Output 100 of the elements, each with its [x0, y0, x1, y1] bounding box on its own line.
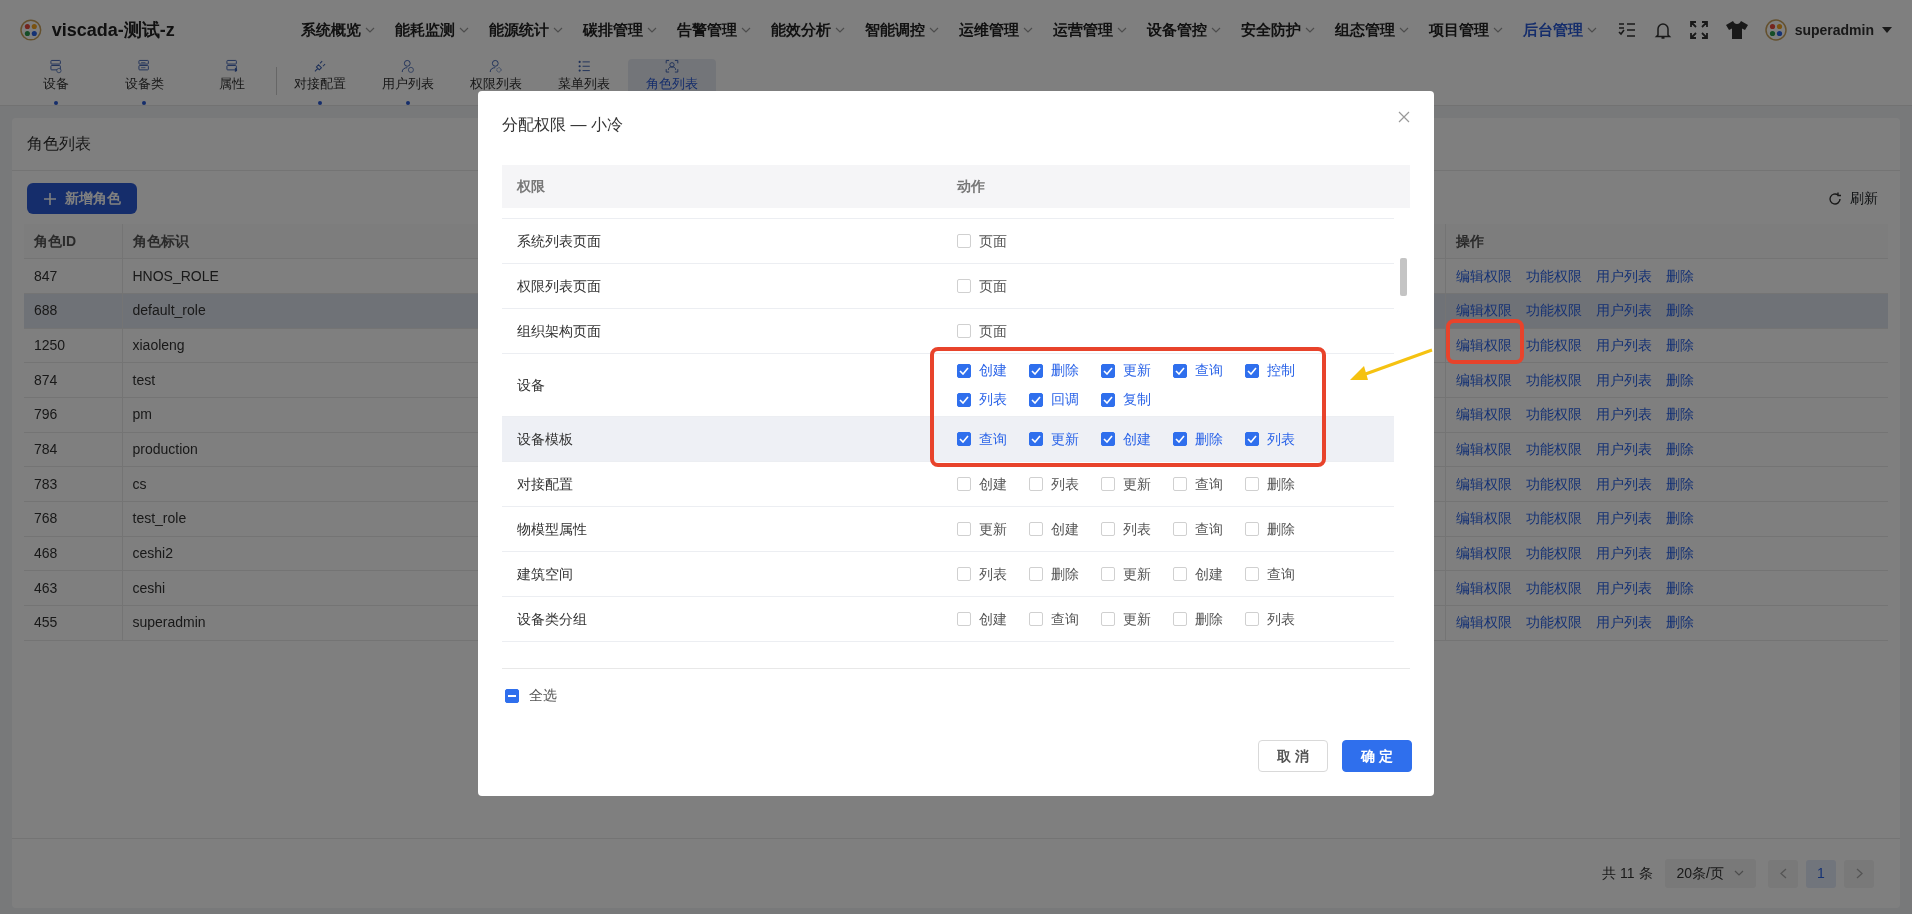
- caret-icon[interactable]: [1882, 27, 1892, 33]
- select-all-checkbox[interactable]: [505, 688, 519, 703]
- cancel-button[interactable]: 取 消: [1258, 740, 1328, 772]
- menu-item[interactable]: 运维管理: [958, 18, 1033, 42]
- action-link[interactable]: 功能权限: [1525, 545, 1582, 562]
- action-link[interactable]: 功能权限: [1525, 336, 1582, 353]
- refresh-button[interactable]: 刷新: [1828, 188, 1878, 209]
- menu-item[interactable]: 后台管理: [1522, 18, 1597, 42]
- action-link[interactable]: 功能权限: [1525, 371, 1582, 388]
- action-link[interactable]: 删除: [1665, 545, 1694, 562]
- action-link[interactable]: 功能权限: [1525, 302, 1582, 319]
- action-link[interactable]: 删除: [1665, 614, 1694, 631]
- action-link[interactable]: 功能权限: [1525, 475, 1582, 492]
- action-link[interactable]: 用户列表: [1595, 336, 1652, 353]
- nav-tab[interactable]: 对接配置: [276, 59, 364, 105]
- menu-item[interactable]: 运营管理: [1052, 18, 1127, 42]
- checkbox[interactable]: [1101, 363, 1115, 378]
- action-link[interactable]: 用户列表: [1595, 406, 1652, 423]
- menu-item[interactable]: 碳排管理: [582, 18, 657, 42]
- menu-item[interactable]: 能源统计: [488, 18, 563, 42]
- action-link[interactable]: 编辑权限: [1455, 336, 1512, 353]
- action-link[interactable]: 删除: [1665, 406, 1694, 423]
- add-role-button[interactable]: 新增角色: [27, 183, 137, 214]
- menu-item[interactable]: 能耗监测: [394, 18, 469, 42]
- checkbox-label: 查询: [1195, 361, 1223, 380]
- action-link[interactable]: 删除: [1665, 510, 1694, 527]
- action-link[interactable]: 编辑权限: [1455, 406, 1512, 423]
- action-link[interactable]: 功能权限: [1525, 510, 1582, 527]
- table-cell: 847: [24, 258, 122, 294]
- menu-item[interactable]: 能效分析: [770, 18, 845, 42]
- menu-item[interactable]: 系统概览: [300, 18, 375, 42]
- action-link[interactable]: 删除: [1665, 371, 1694, 388]
- checkbox[interactable]: [1029, 432, 1043, 446]
- nav-tab[interactable]: 属性: [188, 59, 276, 105]
- action-link[interactable]: 功能权限: [1525, 267, 1582, 284]
- action-link[interactable]: 用户列表: [1595, 302, 1652, 319]
- action-link[interactable]: 编辑权限: [1455, 267, 1512, 284]
- action-link[interactable]: 用户列表: [1595, 614, 1652, 631]
- nav-tab[interactable]: 菜单列表: [540, 59, 628, 105]
- checkbox[interactable]: [1101, 392, 1115, 407]
- action-link[interactable]: 编辑权限: [1455, 545, 1512, 562]
- action-link[interactable]: 功能权限: [1525, 579, 1582, 596]
- checkbox[interactable]: [1173, 363, 1187, 378]
- checkbox[interactable]: [957, 363, 971, 378]
- menu-item[interactable]: 设备管控: [1146, 18, 1221, 42]
- action-link[interactable]: 删除: [1665, 302, 1694, 319]
- action-link[interactable]: 用户列表: [1595, 545, 1652, 562]
- action-link[interactable]: 用户列表: [1595, 267, 1652, 284]
- nav-tab[interactable]: 设备: [12, 59, 100, 105]
- menu-item[interactable]: 项目管理: [1428, 18, 1503, 42]
- action-link[interactable]: 编辑权限: [1455, 475, 1512, 492]
- nav-tab[interactable]: 用户列表: [364, 59, 452, 105]
- scrollbar-thumb[interactable]: [1400, 258, 1407, 296]
- menu-item[interactable]: 智能调控: [864, 18, 939, 42]
- page-button[interactable]: 1: [1806, 859, 1836, 888]
- chevron-right-icon: [1855, 868, 1863, 879]
- action-link[interactable]: 功能权限: [1525, 440, 1582, 457]
- action-link[interactable]: 用户列表: [1595, 475, 1652, 492]
- fullscreen-icon[interactable]: [1688, 20, 1709, 40]
- table-cell: 796: [24, 397, 122, 433]
- permission-name: 对接配置: [516, 474, 574, 494]
- menu-item[interactable]: 告警管理: [676, 18, 751, 42]
- prev-page-button[interactable]: [1768, 859, 1798, 888]
- page-size-select[interactable]: 20条/页: [1664, 859, 1756, 888]
- checkbox-label: 更新: [1123, 609, 1151, 629]
- user-name[interactable]: superadmin: [1794, 19, 1874, 41]
- action-link[interactable]: 编辑权限: [1455, 440, 1512, 457]
- checkbox[interactable]: [1245, 363, 1259, 378]
- checkbox[interactable]: [1029, 392, 1043, 407]
- nav-tab[interactable]: 权限列表: [452, 59, 540, 105]
- checkbox[interactable]: [957, 432, 971, 446]
- action-link[interactable]: 删除: [1665, 336, 1694, 353]
- action-link[interactable]: 功能权限: [1525, 614, 1582, 631]
- action-link[interactable]: 编辑权限: [1455, 510, 1512, 527]
- bell-icon[interactable]: [1652, 20, 1673, 40]
- checkbox[interactable]: [1245, 432, 1259, 446]
- action-link[interactable]: 编辑权限: [1455, 614, 1512, 631]
- checkbox[interactable]: [957, 392, 971, 407]
- nav-tab[interactable]: 设备类: [100, 59, 188, 105]
- action-link[interactable]: 编辑权限: [1455, 302, 1512, 319]
- next-page-button[interactable]: [1844, 859, 1874, 888]
- menu-item[interactable]: 组态管理: [1334, 18, 1409, 42]
- action-link[interactable]: 编辑权限: [1455, 579, 1512, 596]
- action-link[interactable]: 删除: [1665, 267, 1694, 284]
- checkbox[interactable]: [1101, 432, 1115, 446]
- action-link[interactable]: 用户列表: [1595, 510, 1652, 527]
- action-link[interactable]: 删除: [1665, 579, 1694, 596]
- menu-item[interactable]: 安全防护: [1240, 18, 1315, 42]
- checkbox[interactable]: [1173, 432, 1187, 446]
- checklist-icon[interactable]: [1616, 20, 1637, 40]
- action-link[interactable]: 编辑权限: [1455, 371, 1512, 388]
- action-link[interactable]: 功能权限: [1525, 406, 1582, 423]
- action-link[interactable]: 删除: [1665, 475, 1694, 492]
- action-link[interactable]: 用户列表: [1595, 440, 1652, 457]
- confirm-button[interactable]: 确 定: [1342, 740, 1412, 772]
- action-link[interactable]: 用户列表: [1595, 371, 1652, 388]
- action-link[interactable]: 删除: [1665, 440, 1694, 457]
- action-link[interactable]: 用户列表: [1595, 579, 1652, 596]
- checkbox[interactable]: [1029, 363, 1043, 378]
- shirt-icon[interactable]: [1724, 20, 1749, 40]
